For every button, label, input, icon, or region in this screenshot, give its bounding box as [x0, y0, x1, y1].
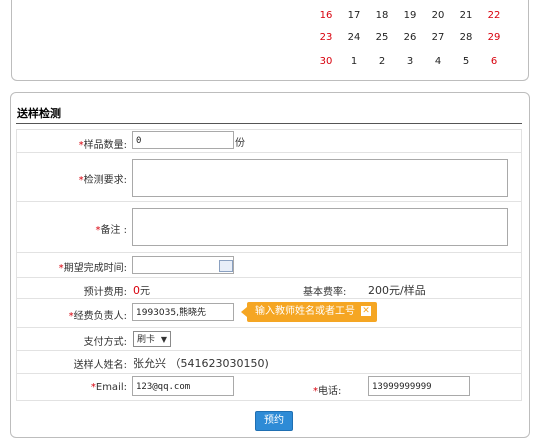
row-remark: *备注 :	[16, 202, 522, 253]
title-divider	[16, 123, 522, 124]
calendar-day[interactable]: 4	[424, 56, 452, 67]
row-sender: 送样人姓名: 张允兴 （541623030150)	[16, 351, 522, 374]
payer-label-text: 经费负责人:	[73, 311, 127, 322]
est-fee-unit: 元	[140, 286, 150, 297]
row-contact: *Email: 123@qq.com *电话: 13999999999	[16, 374, 522, 401]
test-req-label: *检测要求:	[17, 171, 127, 186]
sample-test-form: 送样检测 *样品数量: 0 份 *检测要求: *备注 : *期望完成时间: 预计…	[10, 92, 530, 438]
calendar-day[interactable]: 3	[396, 56, 424, 67]
payer-input[interactable]: 1993035,熊晓先	[132, 303, 234, 321]
close-icon[interactable]: ✕	[361, 306, 371, 316]
phone-input[interactable]: 13999999999	[368, 376, 470, 396]
payment-selected: 刷卡	[137, 335, 156, 345]
tooltip-text: 输入教师姓名或者工号	[255, 306, 355, 317]
sample-qty-label: *样品数量:	[17, 136, 127, 151]
row-expected-time: *期望完成时间:	[16, 253, 522, 278]
expected-time-label: *期望完成时间:	[17, 259, 127, 274]
calendar-icon[interactable]	[219, 260, 233, 272]
phone-label: *电话:	[313, 382, 341, 397]
sample-qty-input[interactable]: 0	[132, 131, 234, 149]
calendar-day[interactable]: 28	[452, 32, 480, 43]
calendar-day[interactable]: 2	[368, 56, 396, 67]
calendar-day[interactable]: 18	[368, 10, 396, 21]
row-test-requirement: *检测要求:	[16, 153, 522, 202]
est-fee-amount: 0	[133, 284, 140, 297]
payer-label: *经费负责人:	[17, 307, 127, 322]
calendar-panel: 16 17 18 19 20 21 22 23 24 25 26 27 28 29 30 1 2 3 4 5 6	[11, 0, 529, 81]
est-fee-value: 0元	[133, 282, 150, 297]
remark-label-text: 备注 :	[100, 225, 127, 236]
remark-label: *备注 :	[17, 221, 127, 236]
email-label: *Email:	[17, 382, 127, 393]
payment-select[interactable]: 刷卡 ▼	[133, 331, 171, 347]
payment-label: 支付方式:	[83, 337, 127, 348]
row-payment: 支付方式: 刷卡 ▼	[16, 328, 522, 351]
email-label-text: Email:	[95, 382, 127, 393]
calendar-day[interactable]: 19	[396, 10, 424, 21]
calendar-day[interactable]: 27	[424, 32, 452, 43]
base-rate-value: 200元/样品	[368, 284, 426, 297]
row-fees: 预计费用: 0元 基本费率: 200元/样品	[16, 278, 522, 299]
base-rate-label: 基本费率:	[303, 287, 347, 298]
form-title: 送样检测	[17, 107, 61, 120]
test-req-textarea[interactable]	[132, 159, 508, 197]
sample-qty-label-text: 样品数量:	[83, 140, 127, 151]
calendar-day[interactable]: 29	[480, 32, 508, 43]
est-fee-label: 预计费用:	[83, 287, 127, 298]
form-table: *样品数量: 0 份 *检测要求: *备注 : *期望完成时间: 预计费用: 0…	[16, 129, 522, 401]
calendar-day[interactable]: 1	[340, 56, 368, 67]
email-input[interactable]: 123@qq.com	[132, 376, 234, 396]
calendar-day[interactable]: 16	[312, 10, 340, 21]
remark-textarea[interactable]	[132, 208, 508, 246]
calendar-day[interactable]: 30	[312, 56, 340, 67]
calendar-day[interactable]: 25	[368, 32, 396, 43]
calendar-day[interactable]: 26	[396, 32, 424, 43]
sender-value: 张允兴 （541623030150)	[133, 357, 269, 370]
sender-label: 送样人姓名:	[73, 360, 127, 371]
calendar-day[interactable]: 17	[340, 10, 368, 21]
expected-time-label-text: 期望完成时间:	[63, 263, 127, 274]
calendar-day[interactable]: 21	[452, 10, 480, 21]
test-req-label-text: 检测要求:	[83, 175, 127, 186]
row-payer: *经费负责人: 1993035,熊晓先 输入教师姓名或者工号 ✕	[16, 299, 522, 328]
calendar-day[interactable]: 6	[480, 56, 508, 67]
phone-label-text: 电话:	[318, 386, 342, 397]
payer-tooltip: 输入教师姓名或者工号 ✕	[241, 302, 377, 322]
sample-qty-unit: 份	[235, 138, 245, 149]
chevron-down-icon: ▼	[160, 335, 167, 344]
calendar-day[interactable]: 23	[312, 32, 340, 43]
calendar-day[interactable]: 5	[452, 56, 480, 67]
row-sample-qty: *样品数量: 0 份	[16, 129, 522, 153]
reserve-button[interactable]: 预约	[255, 411, 293, 431]
calendar-day[interactable]: 20	[424, 10, 452, 21]
calendar-day[interactable]: 22	[480, 10, 508, 21]
calendar-day[interactable]: 24	[340, 32, 368, 43]
